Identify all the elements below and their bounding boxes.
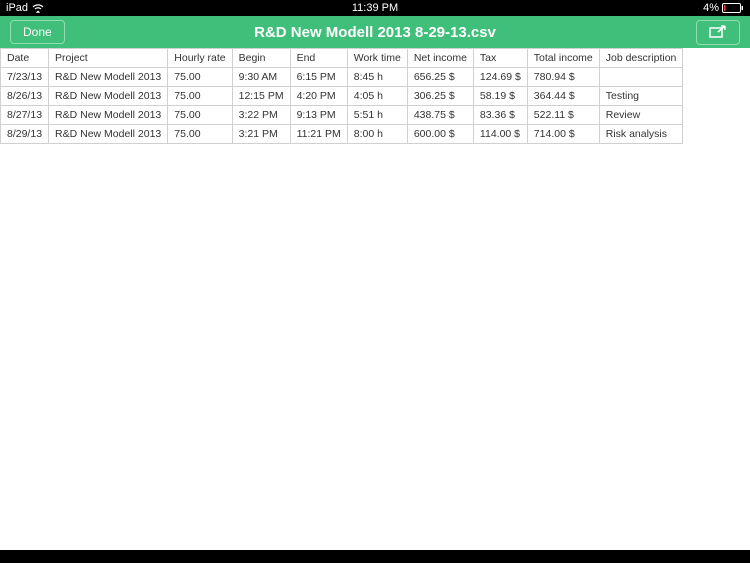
- table-row: 8/29/13R&D New Modell 201375.003:21 PM11…: [1, 125, 683, 144]
- table-cell: 8:00 h: [347, 125, 407, 144]
- table-cell: 75.00: [168, 87, 232, 106]
- table-cell: 75.00: [168, 125, 232, 144]
- col-end: End: [290, 49, 347, 68]
- table-cell: 364.44 $: [527, 87, 599, 106]
- table-cell: 9:30 AM: [232, 68, 290, 87]
- col-total-income: Total income: [527, 49, 599, 68]
- nav-bar: Done R&D New Modell 2013 8-29-13.csv: [0, 16, 750, 48]
- col-begin: Begin: [232, 49, 290, 68]
- table-cell: 5:51 h: [347, 106, 407, 125]
- table-cell: 75.00: [168, 106, 232, 125]
- table-cell: R&D New Modell 2013: [49, 125, 168, 144]
- table-row: 8/27/13R&D New Modell 201375.003:22 PM9:…: [1, 106, 683, 125]
- table-cell: 4:05 h: [347, 87, 407, 106]
- table-cell: 7/23/13: [1, 68, 49, 87]
- table-cell: 124.69 $: [473, 68, 527, 87]
- col-project: Project: [49, 49, 168, 68]
- table-cell: [599, 68, 683, 87]
- table-cell: 6:15 PM: [290, 68, 347, 87]
- table-cell: 12:15 PM: [232, 87, 290, 106]
- data-table: Date Project Hourly rate Begin End Work …: [0, 48, 683, 144]
- status-bar: iPad 11:39 PM 4%: [0, 0, 750, 16]
- bottom-bar: [0, 550, 750, 563]
- table-cell: 714.00 $: [527, 125, 599, 144]
- battery-icon: [722, 3, 744, 13]
- table-cell: R&D New Modell 2013: [49, 87, 168, 106]
- table-cell: 83.36 $: [473, 106, 527, 125]
- table-cell: 114.00 $: [473, 125, 527, 144]
- table-cell: 600.00 $: [407, 125, 473, 144]
- col-work-time: Work time: [347, 49, 407, 68]
- device-label: iPad: [6, 2, 28, 14]
- table-cell: 11:21 PM: [290, 125, 347, 144]
- share-icon: [709, 24, 727, 41]
- table-cell: Review: [599, 106, 683, 125]
- table-cell: 438.75 $: [407, 106, 473, 125]
- table-cell: R&D New Modell 2013: [49, 68, 168, 87]
- page-title: R&D New Modell 2013 8-29-13.csv: [254, 24, 496, 41]
- table-cell: 3:21 PM: [232, 125, 290, 144]
- status-time: 11:39 PM: [352, 2, 398, 14]
- status-right: 4%: [703, 2, 744, 14]
- table-cell: 656.25 $: [407, 68, 473, 87]
- wifi-icon: [32, 3, 44, 13]
- col-net-income: Net income: [407, 49, 473, 68]
- table-header-row: Date Project Hourly rate Begin End Work …: [1, 49, 683, 68]
- content-area: Date Project Hourly rate Begin End Work …: [0, 48, 750, 550]
- table-cell: Risk analysis: [599, 125, 683, 144]
- col-date: Date: [1, 49, 49, 68]
- table-cell: 3:22 PM: [232, 106, 290, 125]
- col-hourly-rate: Hourly rate: [168, 49, 232, 68]
- table-cell: 9:13 PM: [290, 106, 347, 125]
- share-button[interactable]: [696, 20, 740, 45]
- table-cell: 8/29/13: [1, 125, 49, 144]
- table-cell: 75.00: [168, 68, 232, 87]
- table-cell: 8/26/13: [1, 87, 49, 106]
- table-cell: R&D New Modell 2013: [49, 106, 168, 125]
- table-cell: Testing: [599, 87, 683, 106]
- col-tax: Tax: [473, 49, 527, 68]
- table-cell: 8/27/13: [1, 106, 49, 125]
- done-button[interactable]: Done: [10, 20, 65, 44]
- battery-percent: 4%: [703, 2, 719, 14]
- table-row: 7/23/13R&D New Modell 201375.009:30 AM6:…: [1, 68, 683, 87]
- col-job-description: Job description: [599, 49, 683, 68]
- table-cell: 8:45 h: [347, 68, 407, 87]
- table-cell: 58.19 $: [473, 87, 527, 106]
- table-cell: 780.94 $: [527, 68, 599, 87]
- table-cell: 306.25 $: [407, 87, 473, 106]
- table-cell: 4:20 PM: [290, 87, 347, 106]
- status-left: iPad: [6, 2, 44, 14]
- table-cell: 522.11 $: [527, 106, 599, 125]
- table-row: 8/26/13R&D New Modell 201375.0012:15 PM4…: [1, 87, 683, 106]
